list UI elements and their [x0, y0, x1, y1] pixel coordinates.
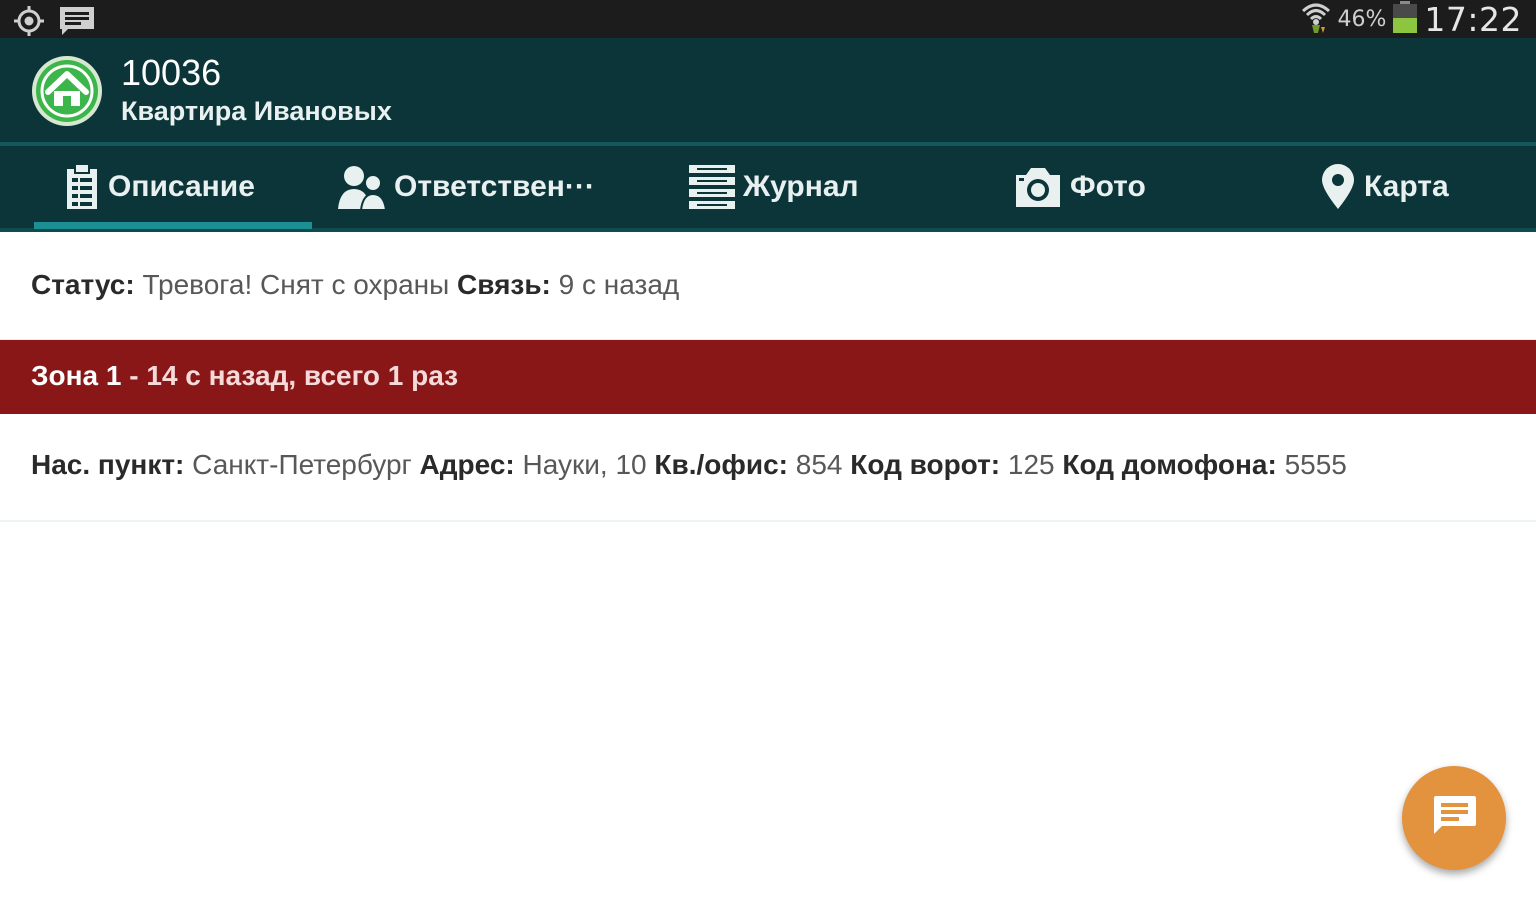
status-label: Статус:: [31, 269, 135, 300]
address-value: Науки, 10: [522, 449, 647, 480]
city-label: Нас. пункт:: [31, 449, 185, 480]
connection-value: 9 с назад: [558, 269, 680, 300]
tab-label: Карта: [1364, 170, 1449, 203]
tab-responsible[interactable]: Ответствен···: [338, 146, 595, 228]
alarm-zone-row[interactable]: Зона 1 - 14 с назад, всего 1 раз: [0, 340, 1536, 414]
clock-time: 17:22: [1424, 0, 1522, 39]
address-row: Нас. пункт: Санкт-Петербург Адрес: Науки…: [0, 414, 1536, 522]
journal-icon: [689, 165, 735, 209]
tab-label: Фото: [1070, 170, 1146, 203]
wifi-icon: [1301, 1, 1331, 38]
tab-journal[interactable]: Журнал: [689, 146, 859, 228]
object-name-subtitle: Квартира Ивановых: [121, 96, 392, 126]
tab-label: Журнал: [743, 170, 859, 203]
gate-code-value: 125: [1007, 449, 1055, 480]
status-value: Тревога! Снят с охраны: [142, 269, 450, 300]
connection-label: Связь:: [457, 269, 551, 300]
chat-fab-button[interactable]: [1402, 766, 1506, 870]
message-notification-icon: [58, 5, 96, 42]
home-icon[interactable]: [30, 54, 104, 128]
city-value: Санкт-Петербург: [192, 449, 412, 480]
alarm-zone: Зона 1: [31, 360, 122, 391]
system-status-bar: 46% 17:22: [0, 0, 1536, 39]
people-icon: [338, 163, 386, 211]
tab-label: Описание: [108, 170, 255, 203]
apartment-value: 854: [795, 449, 843, 480]
status-row: Статус: Тревога! Снят с охраны Связь: 9 …: [0, 236, 1536, 340]
app-toolbar: 10036 Квартира Ивановых: [0, 38, 1536, 142]
apartment-label: Кв./офис:: [654, 449, 788, 480]
chat-icon: [1430, 794, 1478, 843]
object-number-title: 10036: [121, 52, 222, 93]
tab-label: Ответствен···: [394, 170, 595, 203]
camera-icon: [1014, 165, 1062, 209]
tab-photo[interactable]: Фото: [1014, 146, 1146, 228]
status-line: Статус: Тревога! Снят с охраны Связь: 9 …: [31, 269, 679, 301]
intercom-code-value: 5555: [1284, 449, 1347, 480]
tab-bar: Описание Ответствен··· Журнал Фото Карта: [0, 142, 1536, 232]
tab-map[interactable]: Карта: [1320, 146, 1449, 228]
address-label: Адрес:: [419, 449, 515, 480]
tab-description[interactable]: Описание: [34, 146, 312, 229]
gate-code-label: Код ворот:: [850, 449, 1001, 480]
alarm-line: Зона 1 - 14 с назад, всего 1 раз: [31, 360, 458, 392]
address-line: Нас. пункт: Санкт-Петербург Адрес: Науки…: [31, 449, 1347, 481]
location-pin-icon: [1320, 163, 1356, 211]
clipboard-icon: [64, 163, 100, 211]
battery-percent: 46%: [1337, 6, 1387, 32]
intercom-code-label: Код домофона:: [1062, 449, 1277, 480]
alarm-details: - 14 с назад, всего 1 раз: [129, 360, 459, 391]
battery-icon: [1392, 0, 1418, 39]
